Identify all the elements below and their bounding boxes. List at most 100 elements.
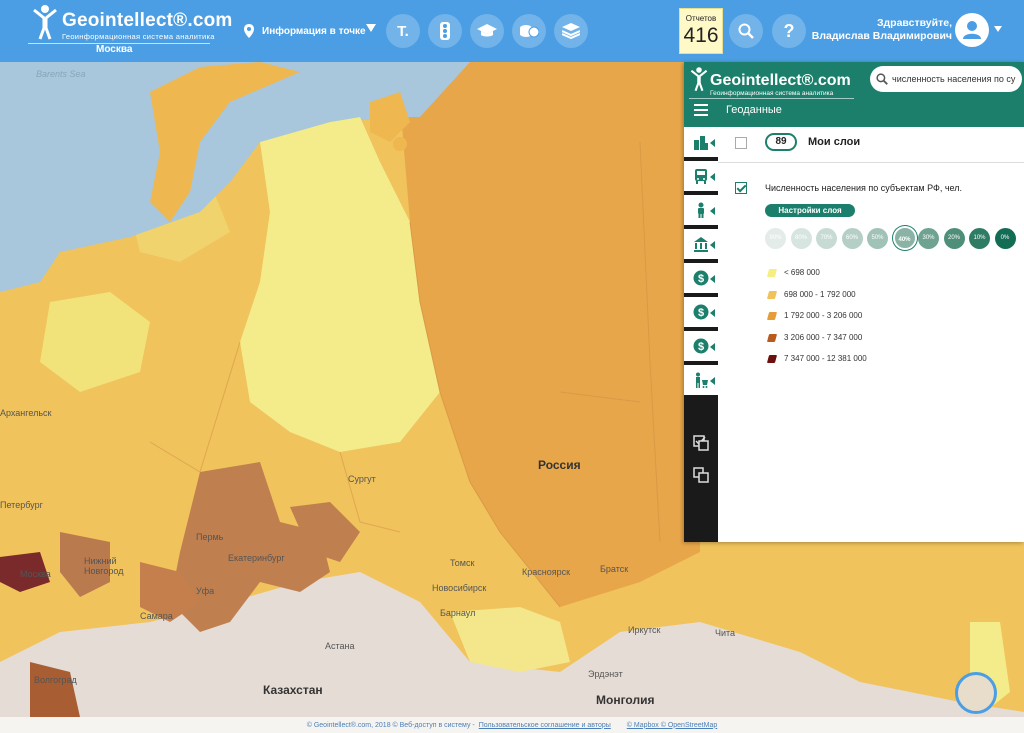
sidebar-tab-finance-3[interactable]: $ xyxy=(684,331,718,363)
logo-subtitle: Геоинформационная система аналитика xyxy=(62,32,215,41)
chevron-down-icon[interactable] xyxy=(366,24,376,32)
panel-header: Geointellect®.com Геоинформационная сист… xyxy=(684,62,1024,127)
sidebar-tab-finance-2[interactable]: $ xyxy=(684,297,718,329)
map-label-surgut: Сургут xyxy=(348,474,376,484)
logo-figure-icon xyxy=(33,5,57,40)
select-checkbox-icon xyxy=(693,435,709,451)
legend-item: 1 792 000 - 3 206 000 xyxy=(766,310,948,322)
legend-swatch xyxy=(766,290,778,299)
opacity-option[interactable]: 20% xyxy=(943,228,965,249)
map-label-country-mongolia: Монголия xyxy=(596,693,655,707)
legend-label: < 698 000 xyxy=(784,268,820,277)
avatar[interactable] xyxy=(955,13,989,47)
t-icon: T. xyxy=(397,22,409,40)
sidebar-tab-transport[interactable] xyxy=(684,161,718,193)
legend-label: 7 347 000 - 12 381 000 xyxy=(784,354,867,363)
my-layers-checkbox[interactable] xyxy=(735,137,747,149)
sidebar-tab-finance-1[interactable]: $ xyxy=(684,263,718,295)
logo-title: Geointellect®.com xyxy=(62,10,233,31)
city-selector[interactable]: Москва xyxy=(96,44,132,55)
user-menu-chevron-icon[interactable] xyxy=(994,26,1002,32)
opacity-option[interactable]: 90% xyxy=(765,228,786,249)
svg-text:$: $ xyxy=(698,341,704,353)
reports-counter[interactable]: Отчетов 416 xyxy=(679,8,723,54)
layers-icon xyxy=(562,23,580,39)
map-label-barnaul: Барнаул xyxy=(440,608,476,618)
top-bar: Geointellect®.com Геоинформационная сист… xyxy=(0,0,1024,62)
search-icon xyxy=(876,73,888,85)
greeting-line-1: Здравствуйте, xyxy=(876,17,952,29)
my-layers-row[interactable]: 89 Мои слои xyxy=(718,127,1024,163)
info-point-button[interactable]: Информация в точке xyxy=(244,20,366,42)
copy-layers-button[interactable] xyxy=(693,467,709,483)
copy-squares-icon xyxy=(693,467,709,483)
map-label-arkhangelsk: Архангельск xyxy=(0,408,52,418)
terms-link[interactable]: Пользовательское соглашение и авторы xyxy=(479,722,611,729)
education-button[interactable] xyxy=(470,14,504,48)
location-pin-icon xyxy=(244,24,254,38)
sidebar-tab-city[interactable] xyxy=(684,127,718,159)
legend-item: 698 000 - 1 792 000 xyxy=(766,289,948,301)
layer-search[interactable] xyxy=(870,66,1022,92)
dollar-icon: $ xyxy=(693,338,709,354)
dollar-icon: $ xyxy=(693,304,709,320)
legend-label: 1 792 000 - 3 206 000 xyxy=(784,311,863,320)
map-label-samara: Самара xyxy=(140,611,173,621)
city-buildings-icon xyxy=(694,136,708,150)
opacity-option[interactable]: 40% xyxy=(892,226,917,250)
map-label-volgograd: Волгоград xyxy=(34,675,77,685)
panel-tab-title: Геоданные xyxy=(726,104,782,116)
user-icon xyxy=(963,21,981,39)
opacity-option[interactable]: 80% xyxy=(790,228,812,249)
layer-settings-button[interactable]: Настройки слоя xyxy=(765,204,855,217)
layer-title: Численность населения по субъектам РФ, ч… xyxy=(765,183,962,193)
legend-item: 3 206 000 - 7 347 000 xyxy=(766,332,948,344)
map-label-krasnoyarsk: Красноярск xyxy=(522,567,571,577)
legend-label: 3 206 000 - 7 347 000 xyxy=(784,332,863,342)
opacity-option[interactable]: 10% xyxy=(969,228,990,249)
map-label-moscow: Москва xyxy=(20,569,51,579)
mapbox-link[interactable]: © Mapbox © OpenStreetMap xyxy=(627,722,717,729)
opacity-option[interactable]: 0% xyxy=(994,228,1016,249)
map-label-country-russia: Россия xyxy=(538,458,581,472)
opacity-option[interactable]: 50% xyxy=(867,228,888,249)
user-greeting[interactable]: Здравствуйте, Владислав Владимирович xyxy=(800,17,952,43)
map-label-novosibirsk: Новосибирск xyxy=(432,583,487,593)
search-button[interactable] xyxy=(729,14,763,48)
map-label-chita: Чита xyxy=(715,628,736,638)
question-icon: ? xyxy=(783,20,795,41)
panel-logo-figure-icon xyxy=(690,67,708,92)
menu-hamburger-icon[interactable] xyxy=(694,104,708,116)
map-mode-toggle[interactable] xyxy=(955,672,997,714)
svg-text:$: $ xyxy=(698,307,704,319)
sidebar-tab-institutions[interactable] xyxy=(684,229,718,261)
map-label-astana: Астана xyxy=(325,641,355,651)
copyright-text: © Geointellect®.com, 2018 © Веб-доступ в… xyxy=(306,721,475,729)
opacity-option[interactable]: 70% xyxy=(816,228,837,249)
my-layers-title: Мои слои xyxy=(808,136,861,148)
legend-item: 7 347 000 - 12 381 000 xyxy=(766,353,948,365)
t-tool-button[interactable]: T. xyxy=(386,14,420,48)
map-label-irkutsk: Иркутск xyxy=(628,625,661,635)
category-sidebar: $ $ $ xyxy=(684,127,718,542)
search-icon xyxy=(738,23,754,39)
layer-visibility-checkbox[interactable] xyxy=(735,182,747,194)
opacity-option[interactable]: 60% xyxy=(841,228,863,249)
dollar-icon: $ xyxy=(693,270,709,286)
reports-count: 416 xyxy=(683,24,719,47)
layers-button[interactable] xyxy=(554,14,588,48)
legend-swatch xyxy=(766,312,778,320)
user-name: Владислав Владимирович xyxy=(811,30,952,42)
map-label-ufa: Уфа xyxy=(196,586,215,596)
finance-button[interactable] xyxy=(512,14,546,48)
map-label-sea: Barents Sea xyxy=(36,69,86,79)
sidebar-tab-population[interactable] xyxy=(684,195,718,227)
layer-search-input[interactable] xyxy=(892,74,1022,84)
traffic-light-icon xyxy=(440,22,450,40)
select-layers-button[interactable] xyxy=(693,435,709,451)
my-layers-count-badge: 89 xyxy=(765,133,797,151)
opacity-option[interactable]: 30% xyxy=(918,228,939,249)
traffic-button[interactable] xyxy=(428,14,462,48)
map-attribution: © Geointellect®.com, 2018 © Веб-доступ в… xyxy=(0,717,1024,733)
sidebar-tab-retail[interactable] xyxy=(684,365,718,397)
